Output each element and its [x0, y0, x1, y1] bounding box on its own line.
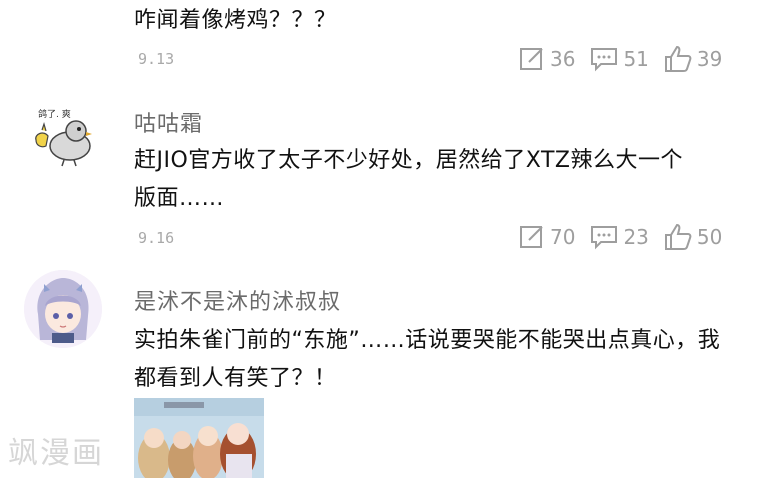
- comment-text: 咋闻着像烤鸡？？？: [134, 8, 337, 33]
- reply-button[interactable]: 23: [589, 223, 649, 251]
- reply-button[interactable]: 51: [589, 45, 649, 73]
- edit-icon: [520, 226, 543, 248]
- comment-2: 鸽了. 爽 咕咕霜 赶JIO官方收了太子不少好处，居然给了XTZ辣么大一个版面……: [0, 84, 760, 264]
- like-button[interactable]: 50: [663, 222, 722, 252]
- like-count: 50: [696, 225, 723, 249]
- like-count: 39: [696, 47, 723, 71]
- avatar[interactable]: [24, 270, 102, 348]
- watermark: 飒漫画: [8, 436, 104, 471]
- comment-actions: 36 51 39: [504, 44, 722, 74]
- comment-username[interactable]: 咕咕霜: [134, 106, 203, 138]
- reply-count: 51: [623, 47, 649, 71]
- comment-time: 9.13: [138, 50, 175, 68]
- svg-text:鸽了. 爽: 鸽了. 爽: [38, 108, 71, 120]
- comment-username[interactable]: 是沭不是沐的沭叔叔: [134, 284, 341, 316]
- comment-3: 是沭不是沐的沭叔叔 实拍朱雀门前的“东施”……话说要哭能不能哭出点真心，我都看到…: [0, 264, 760, 478]
- reply-icon: [591, 226, 618, 250]
- anime-girl-avatar-icon: [24, 270, 102, 348]
- comment-attached-image[interactable]: [134, 398, 264, 478]
- edit-icon: [520, 48, 543, 70]
- edit-count: 36: [550, 47, 576, 71]
- edit-count: 70: [550, 225, 576, 249]
- thumbs-up-icon: [664, 223, 692, 250]
- reply-icon: [591, 48, 618, 72]
- edit-button[interactable]: 36: [518, 45, 575, 73]
- comment-time: 9.16: [138, 229, 175, 247]
- comment-text: 赶JIO官方收了太子不少好处，居然给了XTZ辣么大一个版面……: [134, 148, 683, 211]
- edit-button[interactable]: 70: [518, 223, 575, 251]
- thumbs-up-icon: [664, 45, 692, 72]
- reply-count: 23: [623, 225, 649, 249]
- comment-actions: 70 23 50: [504, 222, 722, 252]
- like-button[interactable]: 39: [663, 44, 722, 74]
- pigeon-avatar-icon: 鸽了. 爽: [35, 108, 92, 167]
- anime-crowd-image: [134, 398, 264, 478]
- avatar[interactable]: 鸽了. 爽: [24, 94, 102, 172]
- comment-text: 实拍朱雀门前的“东施”……话说要哭能不能哭出点真心，我都看到人有笑了？！: [134, 328, 721, 391]
- comment-1: 咋闻着像烤鸡？？？ 9.13 36 51 39: [0, 0, 760, 78]
